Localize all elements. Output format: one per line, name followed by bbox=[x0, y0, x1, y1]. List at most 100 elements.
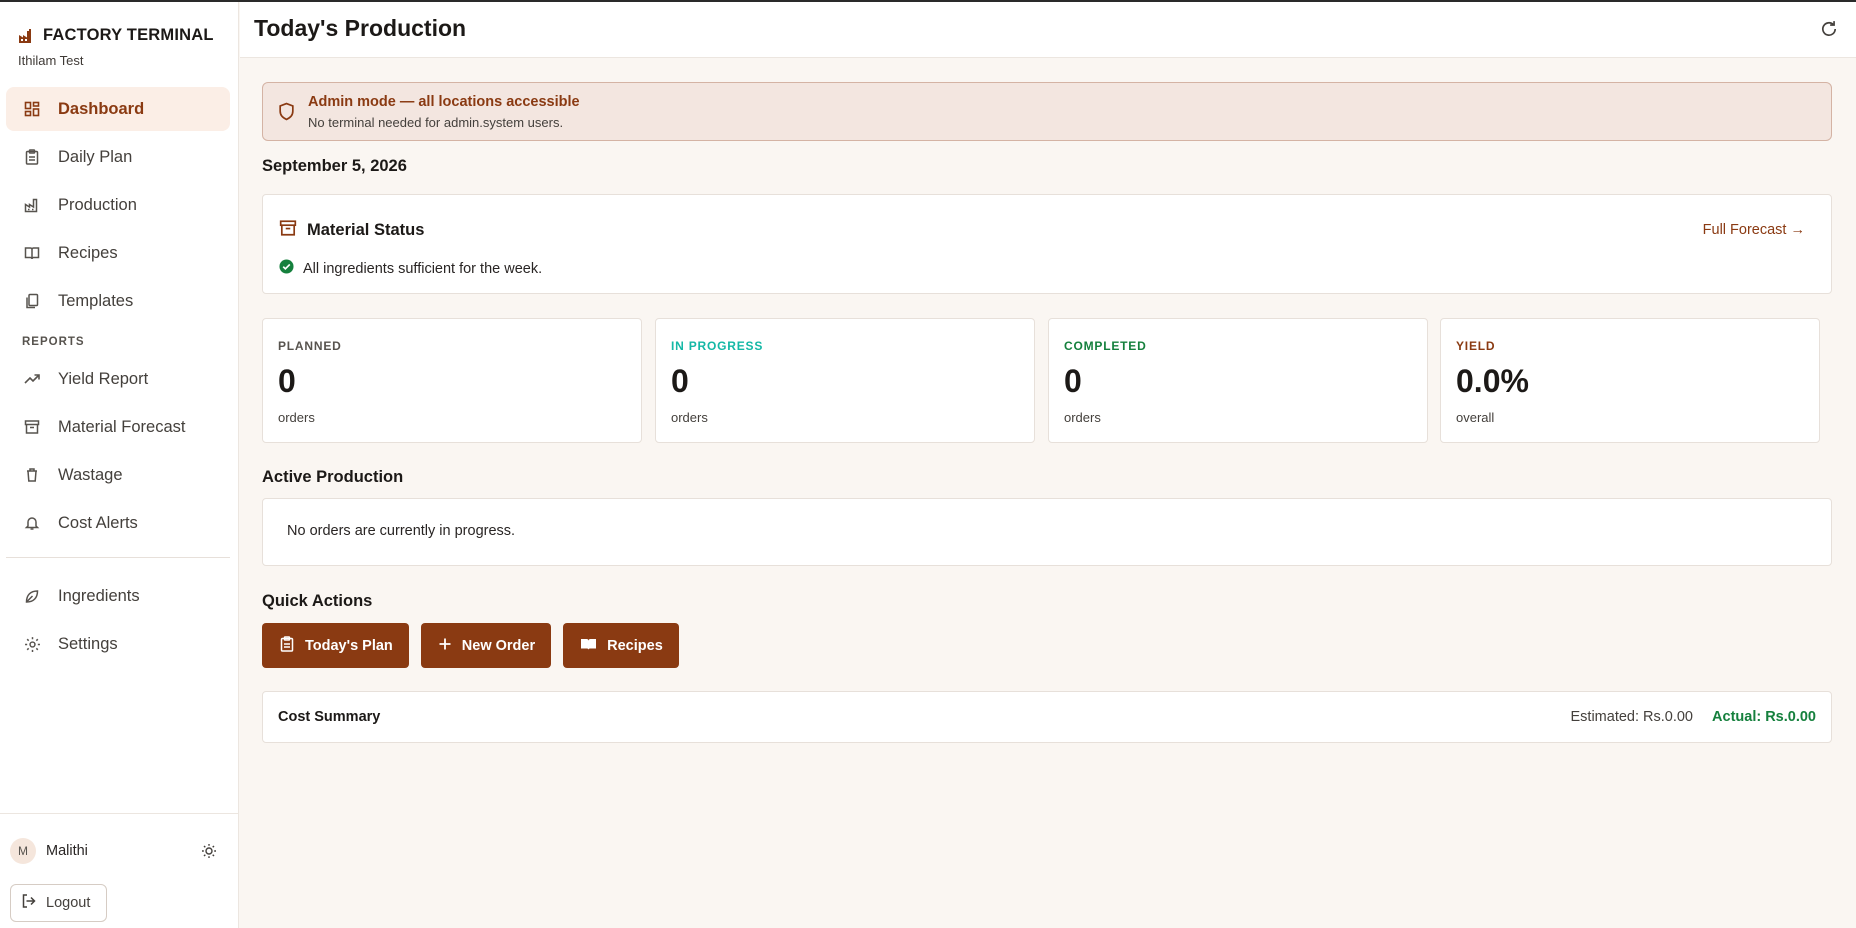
plus-icon bbox=[438, 637, 452, 655]
refresh-icon[interactable] bbox=[1820, 20, 1840, 40]
sidebar-divider bbox=[6, 557, 230, 558]
bell-icon bbox=[21, 512, 43, 534]
shield-icon bbox=[278, 102, 295, 126]
stat-label: YIELD bbox=[1456, 339, 1496, 353]
recipes-button[interactable]: Recipes bbox=[563, 623, 679, 668]
material-status-card: Material Status Full Forecast → All ingr… bbox=[262, 194, 1832, 294]
quick-actions-title: Quick Actions bbox=[262, 592, 373, 610]
sidebar-item-cost-alerts[interactable]: Cost Alerts bbox=[6, 501, 230, 545]
sidebar-item-label: Cost Alerts bbox=[58, 513, 138, 532]
stat-value: 0 bbox=[1064, 363, 1082, 399]
sidebar-item-label: Daily Plan bbox=[58, 147, 133, 166]
stat-card-completed: COMPLETED 0 orders bbox=[1048, 318, 1428, 443]
gear-icon bbox=[21, 633, 43, 655]
stat-card-in-progress: IN PROGRESS 0 orders bbox=[655, 318, 1035, 443]
sidebar-item-daily-plan[interactable]: Daily Plan bbox=[6, 135, 230, 179]
copy-icon bbox=[21, 290, 43, 312]
banner-subtitle: No terminal needed for admin.system user… bbox=[308, 115, 564, 130]
brand-title: FACTORY TERMINAL bbox=[43, 26, 214, 44]
factory-icon bbox=[18, 28, 34, 44]
main-content: Admin mode — all locations accessible No… bbox=[240, 58, 1856, 928]
clipboard-icon bbox=[279, 635, 295, 656]
sidebar-item-label: Dashboard bbox=[58, 99, 145, 118]
sidebar-nav: Dashboard Daily Plan Production Recipes … bbox=[6, 87, 230, 670]
sidebar-item-label: Production bbox=[58, 195, 137, 214]
sidebar-item-material-forecast[interactable]: Material Forecast bbox=[6, 405, 230, 449]
trash-icon bbox=[21, 464, 43, 486]
leaf-icon bbox=[21, 585, 43, 607]
check-circle-icon bbox=[279, 259, 294, 278]
sidebar-footer-divider bbox=[0, 813, 239, 814]
new-order-button[interactable]: New Order bbox=[420, 623, 552, 668]
cost-summary-title: Cost Summary bbox=[278, 709, 381, 725]
stat-value: 0.0% bbox=[1456, 363, 1529, 399]
active-production-title: Active Production bbox=[262, 468, 404, 486]
sidebar-item-templates[interactable]: Templates bbox=[6, 279, 230, 323]
sidebar-item-label: Templates bbox=[58, 291, 134, 310]
clipboard-icon bbox=[21, 146, 43, 168]
page-title: Today's Production bbox=[254, 15, 467, 41]
button-label: Today's Plan bbox=[305, 637, 393, 654]
actual-cost: Actual: Rs.0.00 bbox=[1712, 709, 1816, 725]
stat-unit: overall bbox=[1456, 410, 1495, 425]
sidebar-item-label: Ingredients bbox=[58, 586, 140, 605]
full-forecast-link[interactable]: Full Forecast → bbox=[1703, 222, 1805, 238]
banner-title: Admin mode — all locations accessible bbox=[308, 94, 580, 110]
sidebar-item-dashboard[interactable]: Dashboard bbox=[6, 87, 230, 131]
sidebar-item-wastage[interactable]: Wastage bbox=[6, 453, 230, 497]
material-status-header: Material Status bbox=[279, 219, 424, 242]
page-header: Today's Production bbox=[240, 2, 1856, 58]
sidebar-item-recipes[interactable]: Recipes bbox=[6, 231, 230, 275]
user-row: M Malithi bbox=[10, 838, 220, 864]
stat-card-yield: YIELD 0.0% overall bbox=[1440, 318, 1820, 443]
todays-plan-button[interactable]: Today's Plan bbox=[262, 623, 409, 668]
active-production-card: No orders are currently in progress. bbox=[262, 498, 1832, 566]
avatar: M bbox=[10, 838, 36, 864]
button-label: Recipes bbox=[607, 637, 663, 654]
cost-summary-card: Cost Summary Estimated: Rs.0.00 Actual: … bbox=[262, 691, 1832, 743]
dashboard-icon bbox=[21, 98, 43, 120]
nav-section-reports: REPORTS bbox=[22, 336, 85, 348]
active-production-empty: No orders are currently in progress. bbox=[287, 523, 516, 539]
stat-label: PLANNED bbox=[278, 339, 342, 353]
stat-unit: orders bbox=[1064, 410, 1101, 425]
current-date: September 5, 2026 bbox=[262, 157, 407, 175]
stat-card-planned: PLANNED 0 orders bbox=[262, 318, 642, 443]
user-name: Malithi bbox=[46, 843, 88, 859]
book-icon bbox=[21, 242, 43, 264]
sidebar: FACTORY TERMINAL Ithilam Test Dashboard … bbox=[0, 2, 239, 928]
quick-actions: Today's Plan New Order Recipes bbox=[262, 623, 679, 668]
sidebar-item-settings[interactable]: Settings bbox=[6, 622, 230, 666]
book-open-icon bbox=[580, 636, 597, 656]
location-name: Ithilam Test bbox=[18, 53, 84, 68]
logout-button[interactable]: Logout bbox=[10, 884, 107, 922]
stat-unit: orders bbox=[671, 410, 708, 425]
archive-icon bbox=[21, 416, 43, 438]
logout-icon bbox=[21, 893, 37, 913]
button-label: New Order bbox=[461, 637, 536, 654]
sidebar-item-production[interactable]: Production bbox=[6, 183, 230, 227]
archive-icon bbox=[279, 219, 297, 242]
factory-icon bbox=[21, 194, 43, 216]
sidebar-item-label: Material Forecast bbox=[58, 417, 186, 436]
sidebar-item-label: Yield Report bbox=[58, 369, 149, 388]
logout-label: Logout bbox=[46, 895, 91, 911]
material-status-message: All ingredients sufficient for the week. bbox=[279, 259, 542, 278]
sidebar-item-label: Recipes bbox=[58, 243, 118, 262]
brand: FACTORY TERMINAL bbox=[18, 26, 214, 45]
stat-unit: orders bbox=[278, 410, 315, 425]
stat-value: 0 bbox=[671, 363, 689, 399]
trending-up-icon bbox=[21, 368, 43, 390]
sidebar-item-yield-report[interactable]: Yield Report bbox=[6, 357, 230, 401]
stat-label: COMPLETED bbox=[1064, 339, 1147, 353]
admin-mode-banner: Admin mode — all locations accessible No… bbox=[262, 82, 1832, 141]
material-status-text: All ingredients sufficient for the week. bbox=[303, 260, 543, 277]
estimated-cost: Estimated: Rs.0.00 bbox=[1570, 709, 1694, 725]
stat-value: 0 bbox=[278, 363, 296, 399]
material-status-title: Material Status bbox=[307, 221, 425, 239]
stat-label: IN PROGRESS bbox=[671, 339, 764, 353]
sun-icon[interactable] bbox=[198, 840, 220, 862]
sidebar-item-label: Wastage bbox=[58, 465, 123, 484]
sidebar-item-ingredients[interactable]: Ingredients bbox=[6, 574, 230, 618]
sidebar-item-label: Settings bbox=[58, 634, 118, 653]
